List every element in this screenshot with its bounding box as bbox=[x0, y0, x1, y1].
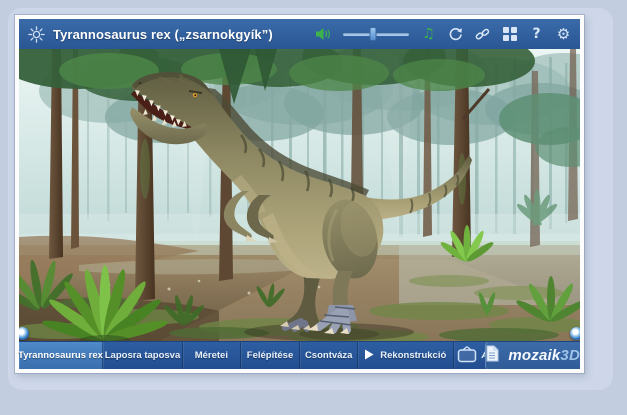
tv-button[interactable] bbox=[454, 342, 482, 369]
bottom-tab-bar: Tyrannosaurus rex Laposra taposva Mérete… bbox=[19, 341, 580, 369]
speaker-icon[interactable] bbox=[315, 26, 331, 42]
sun-3d-scene-icon bbox=[28, 26, 45, 42]
title-bar: Tyrannosaurus rex („zsarnokgyík”) bbox=[19, 19, 580, 49]
rotate-icon[interactable] bbox=[448, 26, 463, 42]
tab-csontvaza[interactable]: Csontváza bbox=[300, 342, 358, 369]
trex-scene-canvas bbox=[19, 49, 580, 341]
page-background: Tyrannosaurus rex („zsarnokgyík”) bbox=[0, 0, 627, 415]
tab-tyrannosaurus-rex[interactable]: Tyrannosaurus rex bbox=[19, 342, 103, 369]
volume-slider[interactable] bbox=[343, 27, 409, 41]
tab-laposra-taposva[interactable]: Laposra taposva bbox=[103, 342, 183, 369]
mozaik3d-logo: mozaik3D bbox=[508, 347, 580, 364]
help-icon[interactable]: ? bbox=[529, 26, 544, 42]
document-icon bbox=[485, 345, 499, 367]
grid-icon[interactable] bbox=[502, 26, 517, 42]
reconstruction-button[interactable]: Rekonstrukció bbox=[358, 342, 453, 369]
page-title: Tyrannosaurus rex („zsarnokgyík”) bbox=[53, 27, 273, 42]
play-icon bbox=[364, 349, 374, 363]
mozaik3d-panel[interactable]: mozaik3D bbox=[485, 342, 580, 369]
reconstruction-label: Rekonstrukció bbox=[380, 350, 446, 361]
link-icon[interactable] bbox=[475, 26, 490, 42]
settings-icon[interactable]: ⚙ bbox=[556, 26, 571, 42]
scene-right-edge-hotspot[interactable] bbox=[570, 327, 580, 340]
tv-icon bbox=[457, 346, 477, 366]
trex-scene-viewport[interactable] bbox=[19, 49, 580, 341]
tab-felepitese[interactable]: Felépítése bbox=[241, 342, 301, 369]
toolbar: ♫ bbox=[315, 26, 571, 42]
app-window: Tyrannosaurus rex („zsarnokgyík”) bbox=[15, 15, 584, 373]
tab-meretei[interactable]: Méretei bbox=[183, 342, 241, 369]
volume-slider-handle[interactable] bbox=[369, 27, 376, 41]
music-note-icon[interactable]: ♫ bbox=[421, 26, 436, 42]
